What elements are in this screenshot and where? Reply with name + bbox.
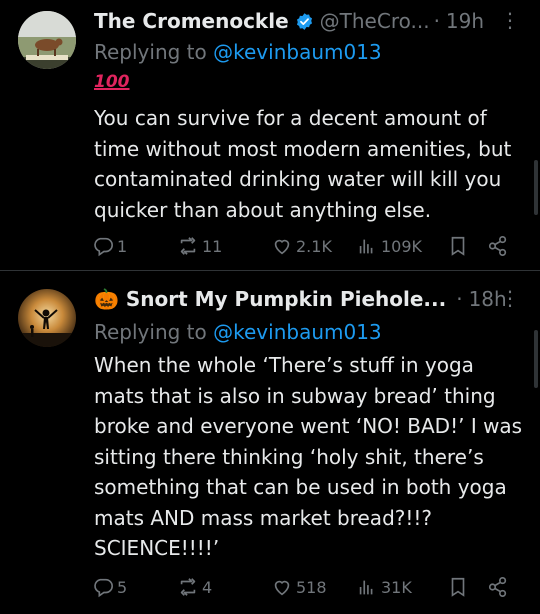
like-count: 2.1K — [296, 236, 332, 256]
retweet-icon — [180, 237, 196, 255]
retweet-button[interactable]: 11 — [177, 231, 222, 261]
display-name[interactable]: The Cromenockle — [94, 9, 289, 33]
cow-avatar-icon — [18, 11, 76, 69]
share-button[interactable] — [487, 231, 512, 261]
more-options-icon[interactable]: ⋮ — [500, 286, 520, 310]
tweet-actions: 5 4 518 31K — [92, 572, 517, 602]
heart-icon — [274, 580, 290, 596]
tweet-divider — [0, 270, 540, 271]
replying-to: Replying to @kevinbaum013 — [94, 40, 382, 64]
handle[interactable]: @TheCro... — [320, 9, 430, 33]
replying-to-label: Replying to — [94, 40, 207, 64]
hundred-points-emoji: 100 — [94, 72, 130, 92]
tweet-header: The Cromenockle @TheCro... · 19h — [94, 6, 520, 36]
more-options-icon[interactable]: ⋮ — [500, 8, 520, 32]
retweet-count: 11 — [202, 236, 223, 256]
views-icon — [359, 580, 373, 595]
timestamp[interactable]: 19h — [446, 9, 484, 33]
scrollbar[interactable] — [534, 330, 538, 388]
views-button[interactable]: 109K — [356, 231, 422, 261]
share-button[interactable] — [487, 572, 512, 602]
tweet-text: You can survive for a decent amount of t… — [94, 106, 512, 222]
share-icon — [488, 577, 507, 597]
separator-dot: · — [433, 9, 440, 33]
heart-icon — [274, 239, 290, 255]
mention-link[interactable]: @kevinbaum013 — [213, 320, 382, 344]
retweet-button[interactable]: 4 — [177, 572, 212, 602]
reply-button[interactable]: 5 — [92, 572, 127, 602]
bookmark-button[interactable] — [447, 572, 472, 602]
mention-link[interactable]: @kevinbaum013 — [213, 40, 382, 64]
reply-icon — [94, 237, 113, 257]
reply-count: 1 — [117, 236, 128, 256]
bookmark-icon — [451, 236, 465, 256]
like-count: 518 — [296, 577, 327, 597]
replying-to: Replying to @kevinbaum013 — [94, 320, 382, 344]
tweet-header: 🎃 Snort My Pumpkin Piehole... · 18h — [94, 284, 520, 314]
tweet[interactable]: The Cromenockle @TheCro... · 19h ⋮ Reply… — [0, 0, 540, 270]
view-count: 31K — [381, 577, 412, 597]
like-button[interactable]: 518 — [271, 572, 327, 602]
tweet-text: When the whole ‘There’s stuff in yoga ma… — [94, 353, 523, 560]
reply-button[interactable]: 1 — [92, 231, 127, 261]
reply-count: 5 — [117, 577, 128, 597]
separator-dot: · — [456, 287, 463, 311]
share-icon — [488, 236, 507, 256]
views-button[interactable]: 31K — [356, 572, 412, 602]
tweet[interactable]: 🎃 Snort My Pumpkin Piehole... · 18h ⋮ Re… — [0, 276, 540, 614]
replying-to-label: Replying to — [94, 320, 207, 344]
sunset-silhouette-avatar-icon — [18, 289, 76, 347]
avatar[interactable] — [18, 11, 76, 69]
verified-badge-icon — [296, 12, 312, 30]
retweet-icon — [180, 578, 196, 596]
like-button[interactable]: 2.1K — [271, 231, 332, 261]
avatar[interactable] — [18, 289, 76, 347]
views-icon — [359, 239, 373, 254]
view-count: 109K — [381, 236, 423, 256]
bookmark-button[interactable] — [447, 231, 472, 261]
reply-icon — [94, 578, 113, 598]
display-name[interactable]: 🎃 Snort My Pumpkin Piehole... — [94, 287, 446, 311]
retweet-count: 4 — [202, 577, 213, 597]
tweet-actions: 1 11 2.1K 109K — [92, 231, 517, 261]
scrollbar[interactable] — [534, 160, 538, 215]
bookmark-icon — [451, 577, 465, 597]
